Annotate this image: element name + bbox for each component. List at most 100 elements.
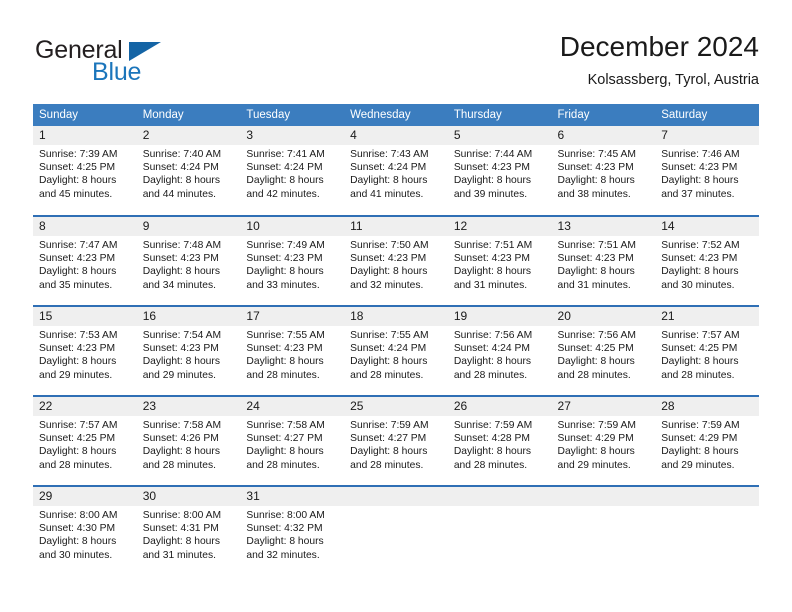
sunset-text: Sunset: 4:24 PM — [246, 162, 323, 174]
day-cell[interactable]: 26 Sunrise: 7:59 AM Sunset: 4:28 PM Dayl… — [447, 395, 552, 486]
sunrise-text: Sunrise: 7:57 AM — [39, 420, 118, 431]
daylight-line2: and 31 minutes. — [453, 279, 528, 291]
daylight-line2: and 28 minutes. — [39, 459, 113, 471]
day-cell[interactable]: 3 Sunrise: 7:41 AM Sunset: 4:24 PM Dayli… — [240, 126, 345, 216]
daylight-line2: and 44 minutes. — [142, 188, 216, 200]
daylight-line1: Daylight: 8 hours — [39, 356, 117, 368]
sunrise-text: Sunrise: 7:59 AM — [557, 420, 636, 431]
daylight-line1: Daylight: 8 hours — [142, 446, 220, 458]
sunrise-text: Sunrise: 7:55 AM — [350, 330, 429, 341]
week-row: 29 Sunrise: 8:00 AM Sunset: 4:30 PM Dayl… — [33, 485, 759, 576]
day-number: 11 — [344, 217, 448, 236]
daylight-line1: Daylight: 8 hours — [557, 356, 635, 368]
sunrise-text: Sunrise: 7:56 AM — [453, 330, 533, 341]
day-cell[interactable]: 8 Sunrise: 7:47 AM Sunset: 4:23 PM Dayli… — [33, 215, 137, 306]
daylight-line1: Daylight: 8 hours — [557, 266, 635, 278]
daylight-line2: and 32 minutes. — [246, 549, 320, 561]
day-details: Sunrise: 7:53 AM Sunset: 4:23 PM Dayligh… — [33, 326, 137, 382]
daylight-line2: and 31 minutes. — [142, 549, 216, 561]
day-cell[interactable]: 24 Sunrise: 7:58 AM Sunset: 4:27 PM Dayl… — [240, 395, 345, 486]
sunset-text: Sunset: 4:29 PM — [557, 433, 634, 445]
day-cell[interactable]: 22 Sunrise: 7:57 AM Sunset: 4:25 PM Dayl… — [33, 395, 137, 486]
day-number: 19 — [447, 307, 552, 326]
sunrise-text: Sunrise: 7:45 AM — [557, 149, 636, 160]
day-details: Sunrise: 7:58 AM Sunset: 4:26 PM Dayligh… — [137, 416, 241, 472]
day-cell[interactable]: 31 Sunrise: 8:00 AM Sunset: 4:32 PM Dayl… — [240, 485, 345, 576]
day-details: Sunrise: 8:00 AM Sunset: 4:31 PM Dayligh… — [137, 506, 241, 562]
day-cell[interactable]: 1 Sunrise: 7:39 AM Sunset: 4:25 PM Dayli… — [33, 126, 137, 216]
day-cell[interactable]: 18 Sunrise: 7:55 AM Sunset: 4:24 PM Dayl… — [344, 305, 448, 396]
daylight-line2: and 39 minutes. — [453, 188, 528, 200]
day-number: 17 — [240, 307, 345, 326]
daylight-line1: Daylight: 8 hours — [453, 356, 532, 368]
general-blue-logo[interactable]: General Blue — [33, 36, 273, 92]
daylight-line2: and 33 minutes. — [246, 279, 320, 291]
day-number: 15 — [33, 307, 137, 326]
day-cell[interactable]: 28 Sunrise: 7:59 AM Sunset: 4:29 PM Dayl… — [655, 395, 759, 486]
day-cell[interactable]: 6 Sunrise: 7:45 AM Sunset: 4:23 PM Dayli… — [551, 126, 656, 216]
day-cell-empty — [447, 485, 552, 576]
day-cell[interactable]: 19 Sunrise: 7:56 AM Sunset: 4:24 PM Dayl… — [447, 305, 552, 396]
sunrise-text: Sunrise: 8:00 AM — [142, 510, 222, 521]
sunset-text: Sunset: 4:23 PM — [350, 253, 427, 265]
sunrise-sunset-calendar: Sunday Monday Tuesday Wednesday Thursday… — [33, 104, 759, 576]
daylight-line1: Daylight: 8 hours — [142, 175, 220, 187]
day-cell[interactable]: 27 Sunrise: 7:59 AM Sunset: 4:29 PM Dayl… — [551, 395, 656, 486]
day-number: 22 — [33, 397, 137, 416]
day-cell[interactable]: 29 Sunrise: 8:00 AM Sunset: 4:30 PM Dayl… — [33, 485, 137, 576]
weekday-header-thursday: Thursday — [447, 104, 552, 126]
day-number: 20 — [551, 307, 656, 326]
weekday-header-tuesday: Tuesday — [240, 104, 345, 126]
title-block: December 2024 Kolsassberg, Tyrol, Austri… — [560, 28, 759, 91]
day-number: 29 — [33, 487, 137, 506]
day-cell[interactable]: 16 Sunrise: 7:54 AM Sunset: 4:23 PM Dayl… — [136, 305, 241, 396]
calendar-page: General Blue December 2024 Kolsassberg, … — [0, 0, 792, 612]
day-cell[interactable]: 17 Sunrise: 7:55 AM Sunset: 4:23 PM Dayl… — [240, 305, 345, 396]
day-cell[interactable]: 20 Sunrise: 7:56 AM Sunset: 4:25 PM Dayl… — [551, 305, 656, 396]
day-cell[interactable]: 11 Sunrise: 7:50 AM Sunset: 4:23 PM Dayl… — [344, 215, 448, 306]
day-cell[interactable]: 15 Sunrise: 7:53 AM Sunset: 4:23 PM Dayl… — [33, 305, 137, 396]
day-cell[interactable]: 25 Sunrise: 7:59 AM Sunset: 4:27 PM Dayl… — [344, 395, 448, 486]
day-details: Sunrise: 7:59 AM Sunset: 4:29 PM Dayligh… — [655, 416, 759, 472]
daylight-line1: Daylight: 8 hours — [142, 266, 220, 278]
daylight-line1: Daylight: 8 hours — [39, 536, 117, 548]
day-cell[interactable]: 2 Sunrise: 7:40 AM Sunset: 4:24 PM Dayli… — [136, 126, 241, 216]
day-cell[interactable]: 23 Sunrise: 7:58 AM Sunset: 4:26 PM Dayl… — [136, 395, 241, 486]
daylight-line2: and 28 minutes. — [350, 369, 424, 381]
day-number: 14 — [655, 217, 759, 236]
daylight-line2: and 38 minutes. — [557, 188, 631, 200]
day-cell[interactable]: 21 Sunrise: 7:57 AM Sunset: 4:25 PM Dayl… — [655, 305, 759, 396]
daylight-line1: Daylight: 8 hours — [246, 266, 324, 278]
day-cell[interactable]: 7 Sunrise: 7:46 AM Sunset: 4:23 PM Dayli… — [655, 126, 759, 216]
day-cell[interactable]: 12 Sunrise: 7:51 AM Sunset: 4:23 PM Dayl… — [447, 215, 552, 306]
day-number: 6 — [551, 126, 656, 145]
day-details: Sunrise: 7:48 AM Sunset: 4:23 PM Dayligh… — [137, 236, 241, 292]
daylight-line1: Daylight: 8 hours — [142, 356, 220, 368]
day-number: 12 — [447, 217, 552, 236]
daylight-line1: Daylight: 8 hours — [246, 536, 324, 548]
day-cell-empty — [655, 485, 759, 576]
sunrise-text: Sunrise: 7:51 AM — [453, 240, 533, 251]
sunrise-text: Sunrise: 7:52 AM — [661, 240, 740, 251]
day-cell[interactable]: 10 Sunrise: 7:49 AM Sunset: 4:23 PM Dayl… — [240, 215, 345, 306]
day-details: Sunrise: 7:59 AM Sunset: 4:29 PM Dayligh… — [552, 416, 656, 472]
daylight-line1: Daylight: 8 hours — [39, 446, 117, 458]
day-details: Sunrise: 7:59 AM Sunset: 4:28 PM Dayligh… — [448, 416, 552, 472]
daylight-line2: and 28 minutes. — [246, 459, 320, 471]
sunrise-text: Sunrise: 7:58 AM — [246, 420, 325, 431]
day-cell[interactable]: 14 Sunrise: 7:52 AM Sunset: 4:23 PM Dayl… — [655, 215, 759, 306]
day-cell[interactable]: 13 Sunrise: 7:51 AM Sunset: 4:23 PM Dayl… — [551, 215, 656, 306]
day-cell[interactable]: 4 Sunrise: 7:43 AM Sunset: 4:24 PM Dayli… — [344, 126, 448, 216]
sunrise-text: Sunrise: 7:54 AM — [142, 330, 222, 341]
day-cell[interactable]: 5 Sunrise: 7:44 AM Sunset: 4:23 PM Dayli… — [447, 126, 552, 216]
day-cell[interactable]: 30 Sunrise: 8:00 AM Sunset: 4:31 PM Dayl… — [136, 485, 241, 576]
day-details: Sunrise: 7:50 AM Sunset: 4:23 PM Dayligh… — [344, 236, 448, 292]
day-cell[interactable]: 9 Sunrise: 7:48 AM Sunset: 4:23 PM Dayli… — [136, 215, 241, 306]
calendar-header-row: Sunday Monday Tuesday Wednesday Thursday… — [33, 104, 759, 126]
weekday-header-wednesday: Wednesday — [344, 104, 448, 126]
day-number: 24 — [240, 397, 345, 416]
day-number: 27 — [551, 397, 656, 416]
location-subtitle: Kolsassberg, Tyrol, Austria — [587, 72, 759, 88]
sunrise-text: Sunrise: 8:00 AM — [39, 510, 118, 521]
daylight-line2: and 30 minutes. — [39, 549, 113, 561]
